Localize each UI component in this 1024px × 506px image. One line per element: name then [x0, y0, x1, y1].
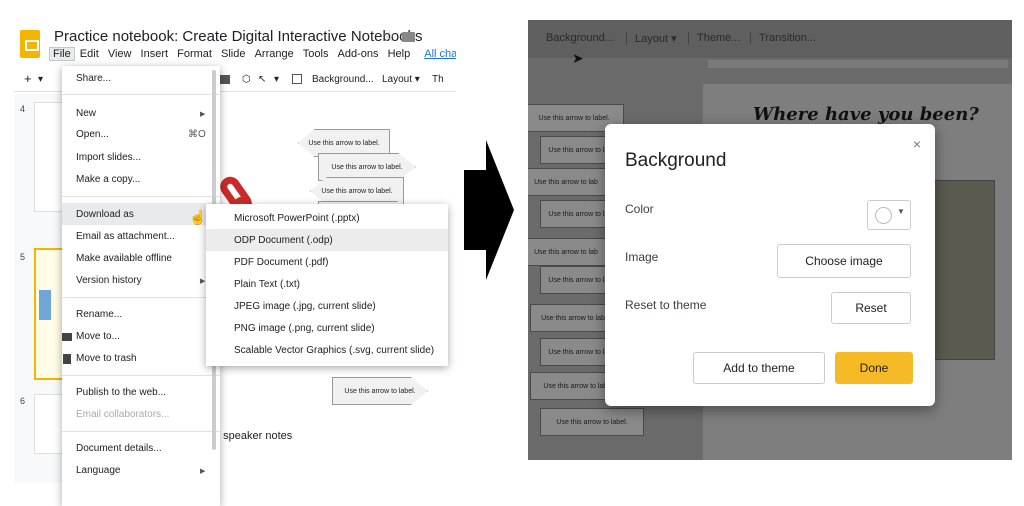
close-icon[interactable]: × — [913, 136, 921, 152]
slide-number: 6 — [20, 396, 26, 406]
menu-item-new[interactable]: New — [76, 108, 96, 119]
chevron-right-icon: ▶ — [200, 111, 206, 118]
folder-icon[interactable] — [402, 32, 415, 42]
color-swatch-icon — [875, 207, 892, 224]
slide-number: 4 — [20, 104, 26, 114]
download-pptx[interactable]: Microsoft PowerPoint (.pptx) — [234, 213, 360, 224]
chevron-down-icon: ▼ — [897, 207, 905, 216]
speaker-notes[interactable]: d speaker notes — [214, 430, 292, 442]
theme-button[interactable]: Th — [432, 74, 444, 85]
image-icon[interactable] — [220, 75, 230, 84]
arrow-label[interactable]: Use this arrow to label. — [298, 129, 390, 157]
layout-button[interactable]: Layout ▾ — [382, 74, 420, 85]
menu-item-import-slides[interactable]: Import slides... — [76, 152, 141, 163]
background-button[interactable]: Background... — [546, 32, 614, 44]
menu-item-email-attachment[interactable]: Email as attachment... — [76, 231, 175, 242]
background-dialog: Background × Color ▼ Image Choose image … — [605, 124, 935, 406]
slide-number: 5 — [20, 252, 26, 262]
menu-item-move-to-trash[interactable]: Move to trash — [76, 353, 137, 364]
ruler — [708, 60, 1008, 68]
trash-icon — [63, 354, 71, 364]
background-button[interactable]: Background... — [312, 74, 374, 85]
right-screenshot: Background... Layout ▾ Theme... Transiti… — [528, 20, 1012, 460]
download-jpeg[interactable]: JPEG image (.jpg, current slide) — [234, 301, 376, 312]
menu-item-move-to[interactable]: Move to... — [76, 331, 120, 342]
line-icon[interactable]: ↖ — [258, 74, 266, 85]
arrow-label[interactable]: Use this arrow to label. — [540, 408, 644, 436]
menu-format[interactable]: Format — [174, 48, 215, 60]
download-submenu: Microsoft PowerPoint (.pptx) ODP Documen… — [206, 204, 448, 366]
document-title[interactable]: Practice notebook: Create Digital Intera… — [54, 28, 423, 45]
menu-item-make-offline[interactable]: Make available offline — [76, 253, 172, 264]
shape-icon[interactable]: ⬡ — [242, 74, 251, 85]
slide-title[interactable]: Where have you been? — [753, 104, 979, 125]
reset-button[interactable]: Reset — [831, 292, 911, 324]
add-to-theme-button[interactable]: Add to theme — [693, 352, 825, 384]
menu-view[interactable]: View — [105, 48, 135, 60]
menu-edit[interactable]: Edit — [77, 48, 102, 60]
arrow-label[interactable]: Use this arrow to label. — [310, 177, 404, 205]
menu-item-version-history[interactable]: Version history — [76, 275, 142, 286]
menu-slide[interactable]: Slide — [218, 48, 248, 60]
arrow-label[interactable]: Use this arrow to label. — [318, 153, 416, 181]
image-label: Image — [625, 250, 659, 264]
menu-arrange[interactable]: Arrange — [252, 48, 297, 60]
download-svg[interactable]: Scalable Vector Graphics (.svg, current … — [234, 345, 434, 356]
menu-insert[interactable]: Insert — [138, 48, 172, 60]
menu-item-document-details[interactable]: Document details... — [76, 443, 162, 454]
toolbar: Background... Layout ▾ Theme... Transiti… — [528, 20, 1012, 58]
arrow-label[interactable]: Use this arrow to lab — [528, 168, 608, 196]
menu-addons[interactable]: Add-ons — [335, 48, 382, 60]
color-picker[interactable]: ▼ — [867, 200, 911, 230]
menubar: File Edit View Insert Format Slide Arran… — [49, 47, 456, 61]
folder-icon — [62, 333, 72, 341]
chevron-right-icon: ▶ — [200, 468, 206, 475]
star-icon[interactable]: ☆ — [383, 28, 396, 45]
slides-logo-icon[interactable] — [20, 30, 40, 58]
chevron-down-icon[interactable]: ▾ — [38, 74, 43, 85]
map-thumbnail — [39, 290, 51, 320]
hand-cursor-icon: ☝ — [189, 209, 207, 225]
arrow-label[interactable]: Use this arrow to label. — [332, 377, 428, 405]
arrow-cursor-icon: ➤ — [572, 50, 584, 66]
menu-item-language[interactable]: Language — [76, 465, 121, 476]
download-txt[interactable]: Plain Text (.txt) — [234, 279, 300, 290]
menu-tools[interactable]: Tools — [300, 48, 332, 60]
dialog-title: Background — [625, 150, 727, 171]
menu-item-email-collaborators: Email collaborators... — [76, 409, 170, 420]
menu-item-share[interactable]: Share... — [76, 73, 111, 84]
transition-button[interactable]: Transition... — [750, 32, 816, 44]
shortcut-label: ⌘O — [188, 129, 206, 140]
menu-item-download-as[interactable]: Download as — [76, 209, 134, 220]
reset-to-theme-label: Reset to theme — [625, 298, 707, 312]
file-menu: Share... New ▶ Open... ⌘O Import slides.… — [62, 66, 220, 506]
all-changes-link[interactable]: All change — [416, 48, 456, 60]
layout-button[interactable]: Layout ▾ — [626, 32, 677, 45]
comment-add-icon[interactable] — [292, 74, 302, 84]
menu-help[interactable]: Help — [385, 48, 414, 60]
download-odp[interactable]: ODP Document (.odp) — [234, 235, 333, 246]
transition-arrow-icon — [464, 140, 514, 280]
theme-button[interactable]: Theme... — [688, 32, 740, 44]
menu-item-rename[interactable]: Rename... — [76, 309, 122, 320]
chevron-right-icon: ▶ — [200, 278, 206, 285]
add-icon[interactable]: + — [24, 71, 32, 86]
download-png[interactable]: PNG image (.png, current slide) — [234, 323, 375, 334]
menu-item-open[interactable]: Open... — [76, 129, 109, 140]
chevron-down-icon[interactable]: ▾ — [274, 74, 279, 85]
download-pdf[interactable]: PDF Document (.pdf) — [234, 257, 328, 268]
choose-image-button[interactable]: Choose image — [777, 244, 911, 278]
arrow-label[interactable]: Use this arrow to lab — [528, 238, 608, 266]
menu-item-make-copy[interactable]: Make a copy... — [76, 174, 140, 185]
done-button[interactable]: Done — [835, 352, 913, 384]
arrow-label[interactable]: Use this arrow to lab — [530, 304, 616, 332]
color-label: Color — [625, 202, 654, 216]
menu-file[interactable]: File — [49, 47, 75, 61]
menu-item-publish[interactable]: Publish to the web... — [76, 387, 166, 398]
